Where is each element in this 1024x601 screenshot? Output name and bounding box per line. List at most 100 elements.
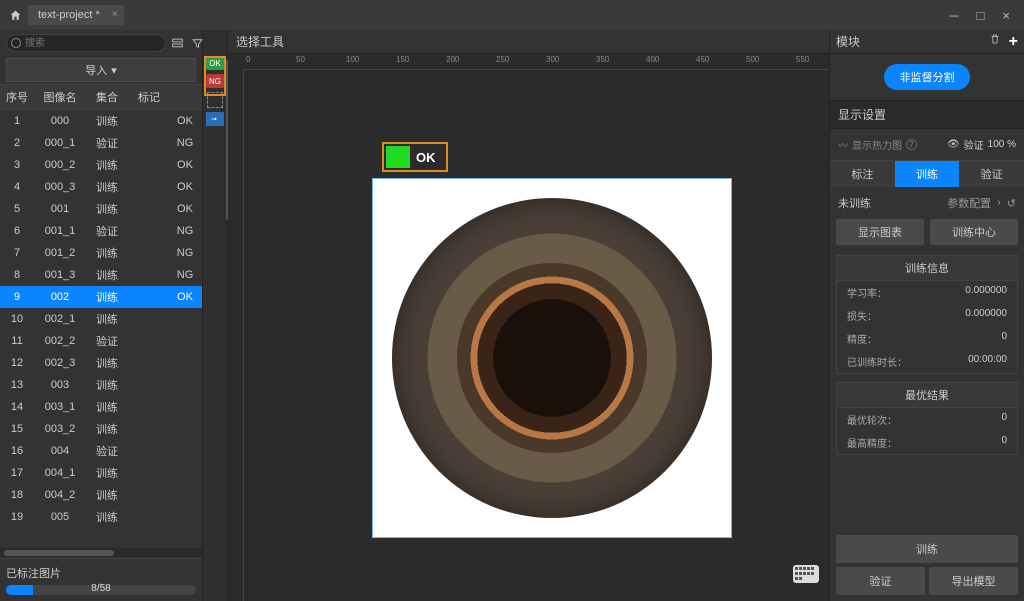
tool-strip: OK NG bbox=[203, 30, 228, 601]
best-acc-label: 最高精度： bbox=[847, 435, 897, 450]
project-tab-label: text-project * bbox=[38, 9, 100, 21]
table-row[interactable]: 17004_1训练 bbox=[0, 462, 202, 484]
progress-text: 8/58 bbox=[91, 583, 110, 594]
table-row[interactable]: 13003训练 bbox=[0, 374, 202, 396]
keyboard-icon[interactable] bbox=[793, 565, 819, 583]
best-epoch-label: 最优轮次： bbox=[847, 412, 897, 427]
progress-bar: 8/58 bbox=[6, 585, 196, 595]
table-row[interactable]: 2000_1验证NG bbox=[0, 132, 202, 154]
loss-value: 0.000000 bbox=[965, 308, 1007, 323]
table-row[interactable]: 18004_2训练 bbox=[0, 484, 202, 506]
module-title: 模块 bbox=[836, 33, 860, 50]
show-chart-button[interactable]: 显示图表 bbox=[836, 219, 924, 245]
train-status: 未训练 bbox=[838, 195, 871, 211]
table-row[interactable]: 12002_3训练 bbox=[0, 352, 202, 374]
mark-ok-button[interactable]: OK bbox=[206, 56, 224, 70]
view-icon[interactable] bbox=[170, 36, 184, 50]
bottle-image bbox=[392, 198, 712, 518]
project-tab[interactable]: text-project * × bbox=[28, 5, 124, 25]
maximize-button[interactable]: □ bbox=[977, 8, 985, 23]
dur-label: 已训练时长： bbox=[847, 354, 907, 369]
selection-tool[interactable] bbox=[207, 92, 223, 108]
table-row[interactable]: 11002_2验证 bbox=[0, 330, 202, 352]
train-button[interactable]: 训练 bbox=[836, 535, 1018, 563]
eye-icon[interactable]: 👁 bbox=[947, 139, 960, 150]
loss-label: 损失： bbox=[847, 308, 877, 323]
train-info-title: 训练信息 bbox=[837, 256, 1017, 281]
col-seq[interactable]: 序号 bbox=[0, 85, 34, 109]
ok-color-swatch bbox=[386, 146, 410, 168]
lr-value: 0.000000 bbox=[965, 285, 1007, 300]
best-epoch-value: 0 bbox=[1001, 412, 1007, 427]
table-row[interactable]: 10002_1训练 bbox=[0, 308, 202, 330]
validate-pct: 100 % bbox=[988, 139, 1016, 150]
acc-value: 0 bbox=[1001, 331, 1007, 346]
table-row[interactable]: 9002训练OK bbox=[0, 286, 202, 308]
table-row[interactable]: 7001_2训练NG bbox=[0, 242, 202, 264]
ruler-horizontal: 050100150200250300350400450500550 bbox=[244, 54, 829, 70]
chevron-down-icon: ▾ bbox=[111, 64, 117, 77]
close-tab-icon[interactable]: × bbox=[112, 9, 118, 20]
param-config-link[interactable]: 参数配置 bbox=[947, 195, 991, 211]
table-row[interactable]: 3000_2训练OK bbox=[0, 154, 202, 176]
h-scrollbar[interactable] bbox=[0, 548, 202, 558]
arrow-tool[interactable] bbox=[206, 112, 224, 126]
mark-ng-button[interactable]: NG bbox=[206, 74, 224, 88]
validate-toggle-label: 验证 bbox=[964, 137, 984, 152]
image-preview[interactable] bbox=[372, 178, 732, 538]
import-button[interactable]: 导入 ▾ bbox=[6, 58, 196, 82]
ok-text: OK bbox=[412, 150, 436, 165]
reset-icon[interactable]: ↺ bbox=[1007, 197, 1016, 210]
table-header: 序号 图像名 集合 标记 bbox=[0, 84, 202, 110]
filter-icon[interactable] bbox=[190, 36, 204, 50]
heatmap-label: 显示热力图 bbox=[852, 137, 902, 152]
table-row[interactable]: 19005训练 bbox=[0, 506, 202, 528]
viewport[interactable]: OK bbox=[244, 70, 829, 601]
add-icon[interactable]: + bbox=[1009, 33, 1018, 51]
left-panel: 导入 ▾ 序号 图像名 集合 标记 1000训练OK2000_1验证NG3000… bbox=[0, 30, 203, 601]
table-row[interactable]: 8001_3训练NG bbox=[0, 264, 202, 286]
lr-label: 学习率： bbox=[847, 285, 887, 300]
right-panel: 模块 + 非监督分割 显示设置 〰 显示热力图 ? 👁 验证 100 % 标注 … bbox=[829, 30, 1024, 601]
image-table[interactable]: 1000训练OK2000_1验证NG3000_2训练OK4000_3训练OK50… bbox=[0, 110, 202, 548]
best-title: 最优结果 bbox=[837, 383, 1017, 408]
canvas-area: 选择工具 050100150200250300350400450500550 O… bbox=[228, 30, 829, 601]
tab-annotate[interactable]: 标注 bbox=[830, 161, 895, 187]
table-row[interactable]: 15003_2训练 bbox=[0, 418, 202, 440]
validate-button[interactable]: 验证 bbox=[836, 567, 925, 595]
train-center-button[interactable]: 训练中心 bbox=[930, 219, 1018, 245]
chevron-right-icon: › bbox=[997, 197, 1001, 209]
table-row[interactable]: 16004验证 bbox=[0, 440, 202, 462]
table-row[interactable]: 1000训练OK bbox=[0, 110, 202, 132]
ok-label-highlight: OK bbox=[382, 142, 448, 172]
delete-icon[interactable] bbox=[989, 33, 1001, 51]
table-row[interactable]: 6001_1验证NG bbox=[0, 220, 202, 242]
dur-value: 00:00:00 bbox=[968, 354, 1007, 369]
export-model-button[interactable]: 导出模型 bbox=[929, 567, 1018, 595]
progress-label: 已标注图片 bbox=[6, 563, 196, 585]
acc-label: 精度： bbox=[847, 331, 877, 346]
table-row[interactable]: 14003_1训练 bbox=[0, 396, 202, 418]
minimize-button[interactable]: ─ bbox=[949, 8, 958, 23]
tab-train[interactable]: 训练 bbox=[895, 161, 960, 187]
best-result-box: 最优结果 最优轮次：0 最高精度：0 bbox=[836, 382, 1018, 455]
col-res[interactable] bbox=[170, 85, 200, 109]
col-set[interactable]: 集合 bbox=[86, 85, 128, 109]
ruler-vertical bbox=[228, 70, 244, 601]
home-icon[interactable] bbox=[8, 8, 22, 22]
canvas-header: 选择工具 bbox=[228, 30, 829, 54]
table-row[interactable]: 4000_3训练OK bbox=[0, 176, 202, 198]
import-label: 导入 bbox=[85, 62, 107, 78]
search-input[interactable] bbox=[6, 34, 166, 52]
titlebar: text-project * × ─ □ × bbox=[0, 0, 1024, 30]
display-settings-title: 显示设置 bbox=[830, 100, 1024, 129]
col-name[interactable]: 图像名 bbox=[34, 85, 86, 109]
tab-validate[interactable]: 验证 bbox=[959, 161, 1024, 187]
col-mark[interactable]: 标记 bbox=[128, 85, 170, 109]
train-info-box: 训练信息 学习率： 0.000000 损失： 0.000000 精度： 0 已训练时长… bbox=[836, 255, 1018, 374]
help-icon[interactable]: ? bbox=[906, 139, 917, 150]
table-row[interactable]: 5001训练OK bbox=[0, 198, 202, 220]
close-window-button[interactable]: × bbox=[1002, 8, 1010, 23]
module-pill[interactable]: 非监督分割 bbox=[884, 64, 970, 90]
heatmap-icon: 〰 bbox=[838, 137, 848, 152]
